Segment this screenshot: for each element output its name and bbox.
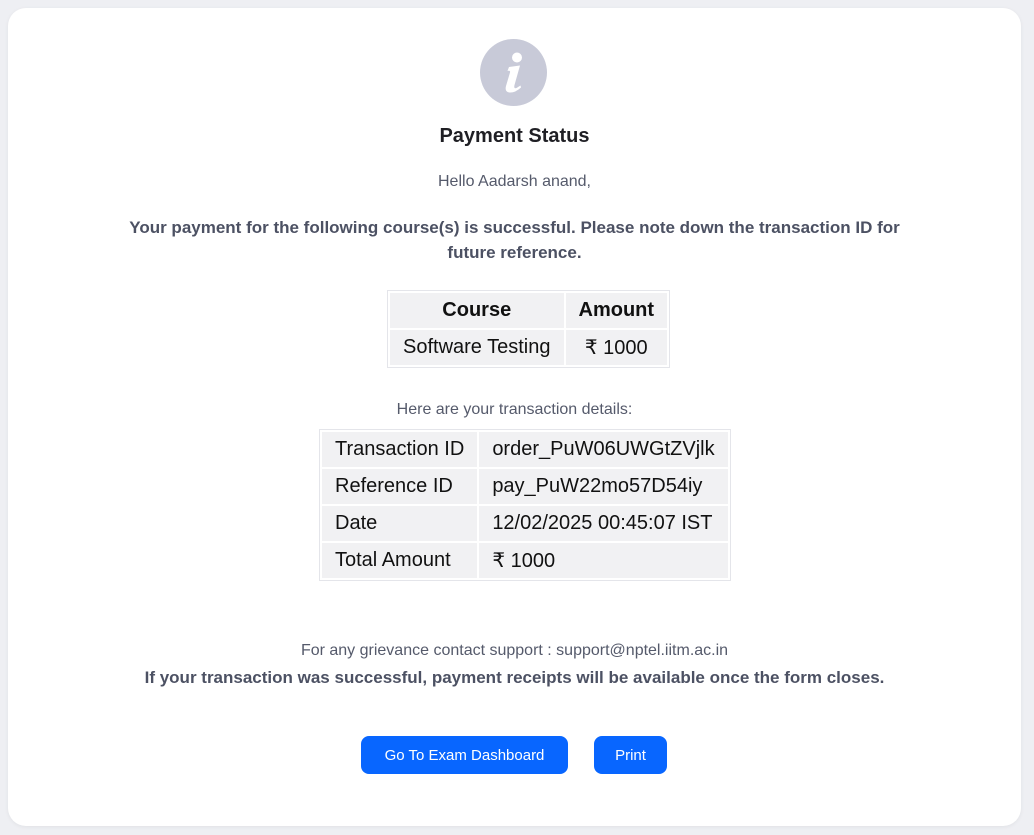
total-amount-label: Total Amount bbox=[322, 543, 478, 578]
reference-id-label: Reference ID bbox=[322, 469, 478, 504]
go-to-exam-dashboard-button[interactable]: Go To Exam Dashboard bbox=[361, 736, 568, 774]
payment-status-card: Payment Status Hello Aadarsh anand, Your… bbox=[8, 8, 1021, 826]
transaction-id-value: order_PuW06UWGtZVjlk bbox=[479, 432, 728, 467]
transaction-details-label: Here are your transaction details: bbox=[396, 401, 633, 418]
table-row: Transaction ID order_PuW06UWGtZVjlk bbox=[322, 432, 728, 467]
receipt-note: If your transaction was successful, paym… bbox=[144, 668, 885, 687]
course-column-header: Course bbox=[390, 293, 564, 328]
reference-id-value: pay_PuW22mo57D54iy bbox=[479, 469, 728, 504]
greeting-text: Hello Aadarsh anand, bbox=[438, 173, 591, 190]
date-value: 12/02/2025 00:45:07 IST bbox=[479, 506, 728, 541]
transaction-table: Transaction ID order_PuW06UWGtZVjlk Refe… bbox=[319, 429, 731, 581]
date-label: Date bbox=[322, 506, 478, 541]
table-row: Total Amount ₹ 1000 bbox=[322, 543, 728, 578]
table-row: Reference ID pay_PuW22mo57D54iy bbox=[322, 469, 728, 504]
total-amount-value: ₹ 1000 bbox=[479, 543, 728, 578]
transaction-id-label: Transaction ID bbox=[322, 432, 478, 467]
table-row: Software Testing ₹ 1000 bbox=[390, 330, 668, 365]
page-title: Payment Status bbox=[439, 125, 590, 147]
amount-column-header: Amount bbox=[565, 293, 668, 328]
success-message: Your payment for the following course(s)… bbox=[129, 218, 900, 262]
support-contact-text: For any grievance contact support : supp… bbox=[300, 642, 729, 659]
course-amount-cell: ₹ 1000 bbox=[565, 330, 668, 365]
table-row: Date 12/02/2025 00:45:07 IST bbox=[322, 506, 728, 541]
print-button[interactable]: Print bbox=[594, 736, 667, 774]
info-icon bbox=[480, 39, 547, 106]
course-table: Course Amount Software Testing ₹ 1000 bbox=[387, 290, 671, 368]
course-table-header-row: Course Amount bbox=[390, 293, 668, 328]
course-name-cell: Software Testing bbox=[390, 330, 564, 365]
